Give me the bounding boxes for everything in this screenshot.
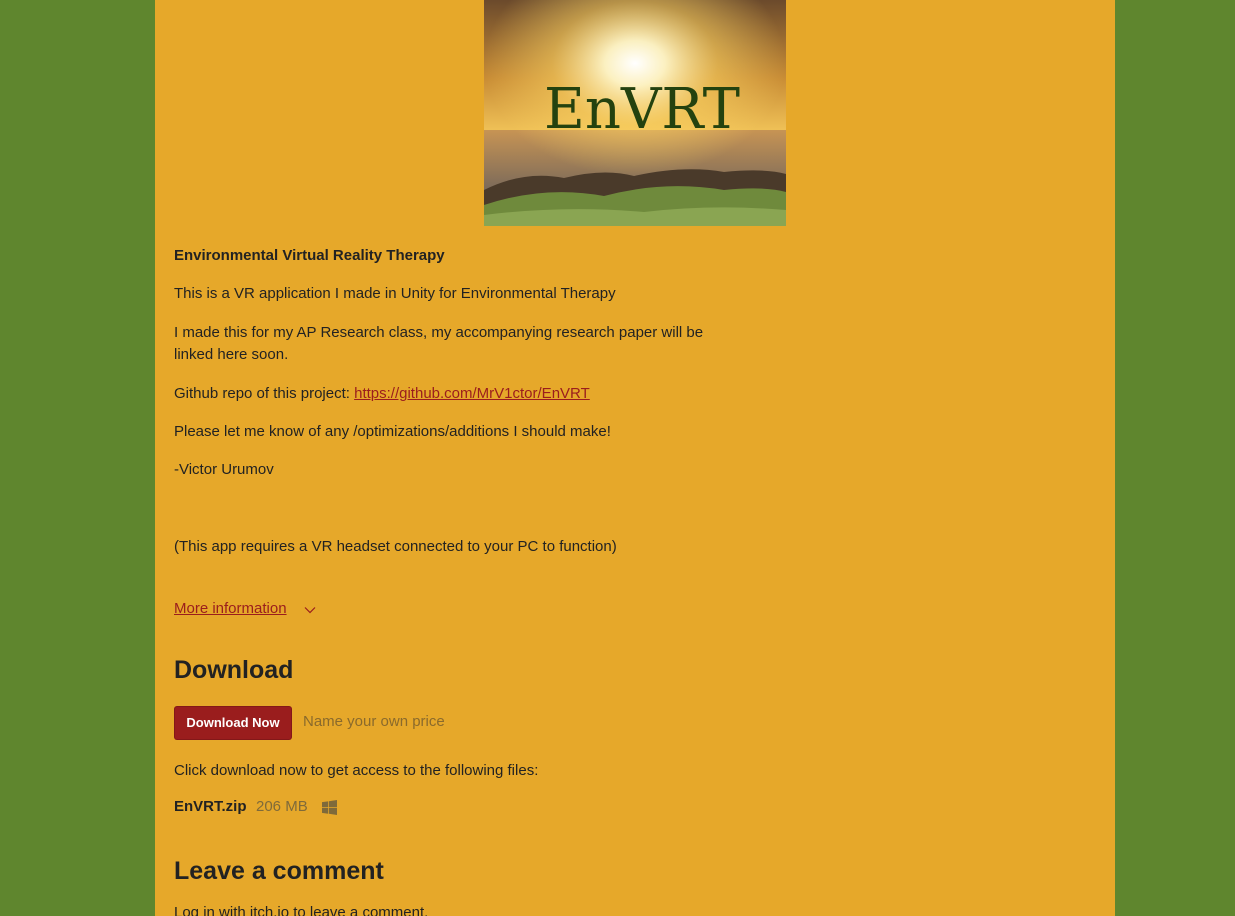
signature: -Victor Urumov: [174, 461, 274, 478]
requirement-note: (This app requires a VR headset connecte…: [174, 538, 617, 555]
windows-icon: [322, 800, 337, 815]
comments-heading: Leave a comment: [174, 857, 384, 885]
github-prefix: Github repo of this project:: [174, 385, 355, 402]
description-line: This is a VR application I made in Unity…: [174, 285, 616, 302]
github-link[interactable]: https://github.com/MrV1ctor/EnVRT: [354, 385, 590, 402]
description-line: Please let me know of any /optimizations…: [174, 423, 611, 440]
download-heading: Download: [174, 656, 294, 684]
login-to-comment-link[interactable]: Log in with itch.io to leave a comment.: [174, 904, 428, 916]
description-title: Environmental Virtual Reality Therapy: [174, 247, 445, 264]
price-text: Name your own price: [303, 713, 445, 730]
file-size: 206 MB: [256, 798, 308, 815]
cover-image: EnVRT: [484, 0, 786, 226]
chevron-down-icon[interactable]: [304, 606, 316, 614]
game-page: EnVRT Environmental Virtual Reality Ther…: [155, 0, 1115, 916]
download-now-button[interactable]: Download Now: [174, 706, 292, 740]
file-name: EnVRT.zip: [174, 798, 247, 815]
github-line: Github repo of this project: https://git…: [174, 383, 590, 405]
more-information-toggle[interactable]: More information: [174, 598, 287, 620]
description-line: linked here soon.: [174, 346, 289, 363]
cover-logo-text: EnVRT: [544, 77, 740, 142]
description-line: I made this for my AP Research class, my…: [174, 324, 704, 341]
download-instructions: Click download now to get access to the …: [174, 762, 539, 779]
